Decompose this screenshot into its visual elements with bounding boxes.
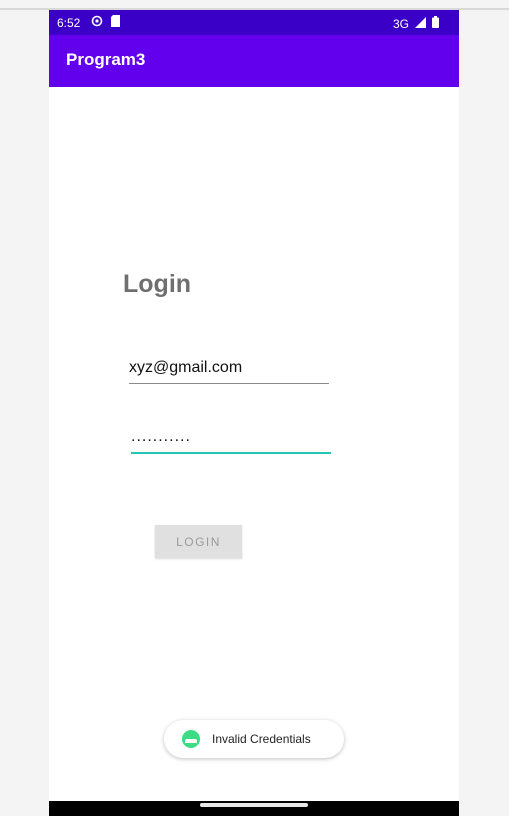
- login-heading: Login: [123, 270, 192, 298]
- page-background: 6:52 3G Program3 Login xyz@gmail.com ...…: [0, 0, 509, 816]
- app-title: Program3: [66, 50, 146, 69]
- network-type: 3G: [392, 16, 409, 31]
- status-bar: 6:52 3G: [49, 10, 459, 35]
- login-button[interactable]: LOGIN: [155, 525, 242, 558]
- toast-text: Invalid Credentials: [212, 732, 311, 746]
- sd-card-icon: [111, 15, 120, 30]
- battery-icon: [432, 16, 439, 31]
- status-time: 6:52: [57, 16, 81, 30]
- app-bar: Program3: [49, 35, 459, 87]
- phone-screen: 6:52 3G Program3 Login xyz@gmail.com ...…: [49, 10, 459, 816]
- toast-message: Invalid Credentials: [164, 720, 344, 758]
- home-gesture-handle[interactable]: [200, 803, 308, 807]
- password-field[interactable]: [131, 424, 331, 454]
- settings-icon: [91, 15, 103, 30]
- status-left-icons: [91, 15, 120, 30]
- email-field[interactable]: [129, 355, 329, 384]
- signal-icon: [415, 16, 426, 31]
- status-right: 3G: [393, 16, 439, 31]
- android-icon: [182, 730, 200, 748]
- navigation-bar: [49, 801, 459, 816]
